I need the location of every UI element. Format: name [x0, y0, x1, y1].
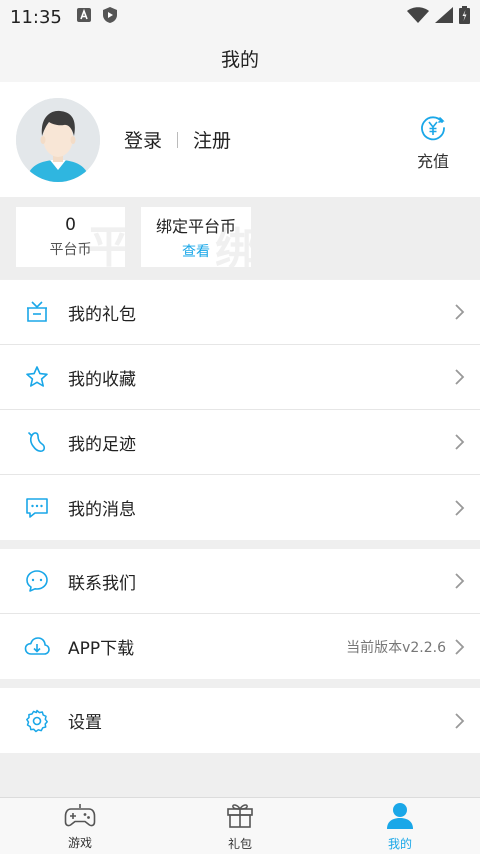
chevron-right-icon [452, 638, 466, 656]
menu-item-contact[interactable]: 联系我们 [0, 549, 480, 614]
menu-item-favorites[interactable]: 我的收藏 [0, 345, 480, 410]
gift-icon [226, 801, 254, 833]
footprint-icon [24, 429, 50, 455]
menu-label: 我的足迹 [68, 434, 136, 455]
gamepad-icon [64, 802, 96, 832]
profile-section: 登录 注册 充值 [0, 82, 480, 197]
wifi-icon [407, 7, 429, 27]
platform-coin-value: 0 [65, 215, 76, 235]
title-bar: 我的 [0, 34, 480, 82]
avatar[interactable] [16, 98, 100, 182]
gear-icon [24, 708, 50, 734]
tab-games[interactable]: 游戏 [0, 798, 160, 854]
menu-item-footprint[interactable]: 我的足迹 [0, 410, 480, 475]
chevron-right-icon [452, 368, 466, 386]
menu-label: 联系我们 [68, 573, 136, 594]
register-link[interactable]: 注册 [193, 126, 231, 153]
status-time: 11:35 [10, 6, 62, 28]
battery-icon [459, 6, 470, 28]
status-bar: 11:35 [0, 0, 480, 34]
gift-box-icon [24, 299, 50, 325]
bound-coin-card[interactable]: 绑 绑定平台币 查看 [141, 207, 251, 267]
auth-links: 登录 注册 [124, 126, 231, 153]
cloud-download-icon [24, 634, 50, 660]
shield-play-icon [102, 6, 118, 28]
user-icon [386, 801, 414, 833]
recharge-button[interactable]: 充值 [410, 114, 456, 172]
bottom-tab-bar: 游戏 礼包 我的 [0, 797, 480, 854]
tab-gifts[interactable]: 礼包 [160, 798, 320, 854]
menu-item-gift[interactable]: 我的礼包 [0, 280, 480, 345]
menu-group-personal: 我的礼包 我的收藏 我的足迹 我的消息 [0, 280, 480, 540]
page-title: 我的 [220, 48, 259, 71]
bound-coin-title: 绑定平台币 [155, 217, 236, 236]
chevron-right-icon [452, 712, 466, 730]
signal-icon [435, 7, 453, 27]
menu-item-messages[interactable]: 我的消息 [0, 475, 480, 540]
version-text: 当前版本v2.2.6 [346, 639, 446, 656]
menu-label: APP下载 [68, 639, 135, 659]
watermark-icon: 平 [87, 222, 125, 267]
notification-a-icon [76, 7, 92, 27]
login-link[interactable]: 登录 [124, 126, 162, 153]
menu-item-download[interactable]: APP下载 当前版本v2.2.6 [0, 614, 480, 679]
menu-label: 我的礼包 [68, 304, 136, 325]
chevron-right-icon [452, 499, 466, 517]
chevron-right-icon [452, 433, 466, 451]
message-icon [24, 495, 50, 521]
chat-icon [24, 568, 50, 594]
platform-coin-label: 平台币 [49, 242, 92, 258]
menu-group-settings: 设置 [0, 688, 480, 753]
tab-mine[interactable]: 我的 [320, 798, 480, 854]
chevron-right-icon [452, 572, 466, 590]
divider [177, 131, 179, 148]
platform-coin-card[interactable]: 平 0 平台币 [16, 207, 125, 267]
chevron-right-icon [452, 303, 466, 321]
recharge-label: 充值 [416, 152, 449, 171]
tab-label: 游戏 [67, 835, 92, 850]
star-icon [24, 364, 50, 390]
menu-label: 我的收藏 [68, 369, 136, 390]
tab-label: 礼包 [227, 836, 252, 851]
recharge-icon [419, 114, 447, 146]
menu-label: 我的消息 [68, 500, 136, 520]
menu-item-settings[interactable]: 设置 [0, 688, 480, 753]
menu-label: 设置 [68, 713, 102, 733]
bound-coin-view-link[interactable]: 查看 [182, 241, 210, 261]
menu-group-app: 联系我们 APP下载 当前版本v2.2.6 [0, 549, 480, 679]
tab-label: 我的 [387, 836, 412, 851]
coins-section: 平 0 平台币 绑 绑定平台币 查看 [0, 197, 480, 279]
